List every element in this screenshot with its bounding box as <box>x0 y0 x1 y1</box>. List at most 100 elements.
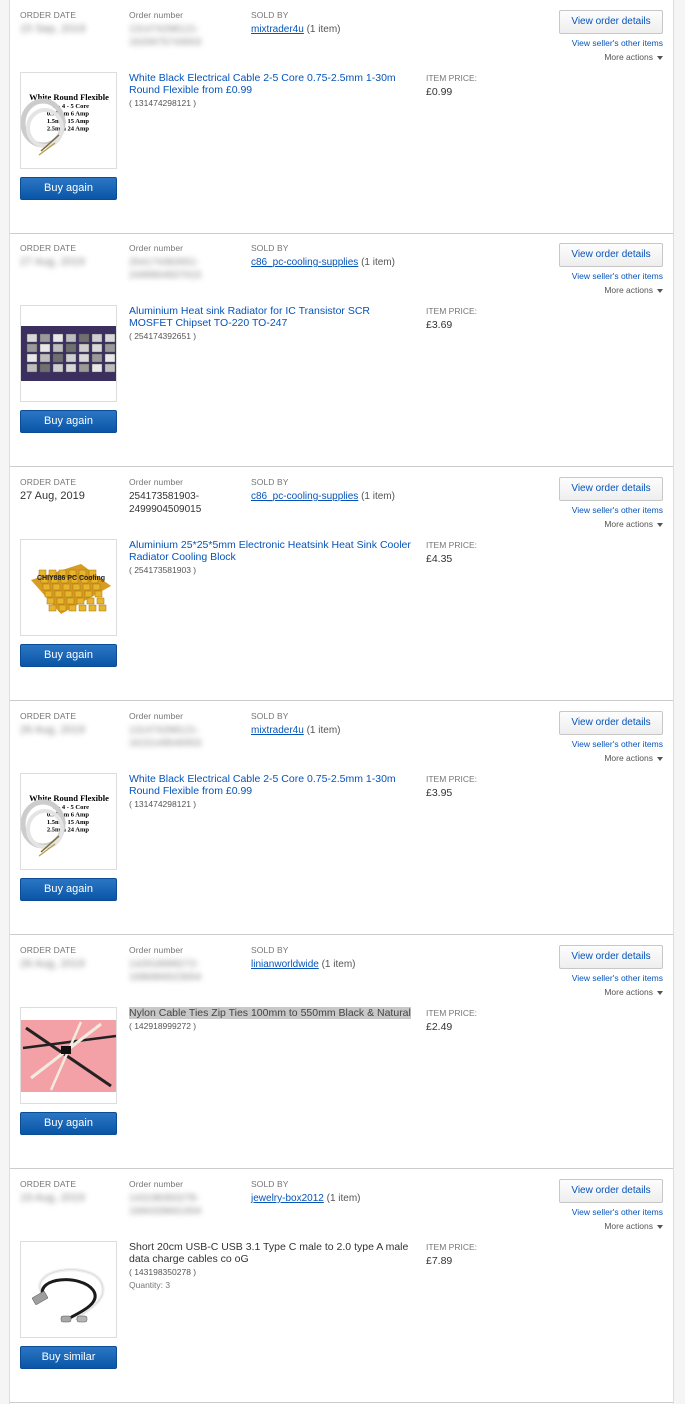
item-image[interactable] <box>20 1241 117 1338</box>
order-number-line1: 143198350278- <box>129 1193 200 1204</box>
item-price: £2.49 <box>426 1021 453 1033</box>
item-image[interactable] <box>20 1007 117 1104</box>
more-actions-dropdown[interactable]: More actions <box>604 987 663 997</box>
order-number-label: Order number <box>129 945 184 955</box>
more-actions-label: More actions <box>604 52 653 62</box>
seller-link[interactable]: linianworldwide <box>251 959 319 970</box>
view-sellers-other-items-link[interactable]: View seller's other items <box>572 505 663 515</box>
seller-info: jewelry-box2012 (1 item) <box>251 1193 361 1204</box>
buy-button[interactable]: Buy again <box>20 644 117 667</box>
view-order-details-button[interactable]: View order details <box>559 945 663 969</box>
more-actions-dropdown[interactable]: More actions <box>604 519 663 529</box>
seller-info: c86_pc-cooling-supplies (1 item) <box>251 257 395 268</box>
item-title-link[interactable]: Short 20cm USB-C USB 3.1 Type C male to … <box>129 1241 414 1265</box>
item-count: (1 item) <box>326 1193 361 1204</box>
view-sellers-other-items-link[interactable]: View seller's other items <box>572 38 663 48</box>
item-title-link[interactable]: Nylon Cable Ties Zip Ties 100mm to 550mm… <box>129 1007 414 1019</box>
order-number-line2: 2499904509015 <box>129 504 202 515</box>
buy-button[interactable]: Buy again <box>20 878 117 901</box>
more-actions-label: More actions <box>604 519 653 529</box>
buy-button[interactable]: Buy again <box>20 410 117 433</box>
order-number-line2: 2499904507015 <box>129 270 202 281</box>
seller-link[interactable]: c86_pc-cooling-supplies <box>251 257 358 268</box>
more-actions-dropdown[interactable]: More actions <box>604 1221 663 1231</box>
order-date: 26 Aug, 2019 <box>20 724 85 736</box>
item-title-link[interactable]: Aluminium 25*25*5mm Electronic Heatsink … <box>129 539 414 563</box>
item-count: (1 item) <box>306 24 341 35</box>
sold-by-label: SOLD BY <box>251 243 289 253</box>
item-id: ( 131474298121 ) <box>129 98 197 108</box>
item-count: (1 item) <box>306 725 341 736</box>
view-sellers-other-items-link[interactable]: View seller's other items <box>572 739 663 749</box>
image-spec-line: 1.5mm 15 Amp <box>47 118 89 125</box>
image-spec-line: 2.5mm 24 Amp <box>47 827 89 834</box>
view-sellers-other-items-link[interactable]: View seller's other items <box>572 1207 663 1217</box>
order-number-line2: 1684339661004 <box>129 1206 202 1217</box>
order-number-line1: 142918999272- <box>129 959 200 970</box>
image-caption: CHIY886 PC Cooling <box>37 575 105 582</box>
view-order-details-button[interactable]: View order details <box>559 243 663 267</box>
item-price-label: ITEM PRICE: <box>426 306 478 316</box>
chevron-down-icon <box>657 1224 663 1229</box>
item-title-link[interactable]: Aluminium Heat sink Radiator for IC Tran… <box>129 305 414 329</box>
more-actions-dropdown[interactable]: More actions <box>604 52 663 62</box>
chevron-down-icon <box>657 522 663 527</box>
seller-link[interactable]: c86_pc-cooling-supplies <box>251 491 358 502</box>
view-order-details-button[interactable]: View order details <box>559 477 663 501</box>
order-date-label: ORDER DATE <box>20 243 77 253</box>
view-sellers-other-items-link[interactable]: View seller's other items <box>572 973 663 983</box>
item-title-text: Short 20cm USB-C USB 3.1 Type C male to … <box>129 1241 409 1265</box>
item-id: ( 131474298121 ) <box>129 799 197 809</box>
item-id: ( 254174392651 ) <box>129 331 197 341</box>
item-price: £3.95 <box>426 787 453 799</box>
view-order-details-button[interactable]: View order details <box>559 711 663 735</box>
order-card: ORDER DATE 19 Aug, 2019 Order number 143… <box>10 1169 673 1403</box>
order-date: 15 Sep, 2019 <box>20 23 86 35</box>
order-card: ORDER DATE 26 Aug, 2019 Order number 142… <box>10 935 673 1169</box>
buy-button[interactable]: Buy similar <box>20 1346 117 1369</box>
seller-link[interactable]: mixtrader4u <box>251 24 304 35</box>
order-date-label: ORDER DATE <box>20 945 77 955</box>
order-date: 26 Aug, 2019 <box>20 958 85 970</box>
more-actions-dropdown[interactable]: More actions <box>604 285 663 295</box>
item-id: ( 143198350278 ) <box>129 1267 197 1277</box>
order-date-label: ORDER DATE <box>20 1179 77 1189</box>
item-image[interactable] <box>20 305 117 402</box>
item-title-text: Aluminium 25*25*5mm Electronic Heatsink … <box>129 539 411 563</box>
buy-button[interactable]: Buy again <box>20 1112 117 1135</box>
more-actions-label: More actions <box>604 753 653 763</box>
image-spec-line: 1.5mm 15 Amp <box>47 819 89 826</box>
item-image[interactable]: White Round Flexible 3 - 4 - 5 Core 0.75m… <box>20 72 117 169</box>
item-price-label: ITEM PRICE: <box>426 1008 478 1018</box>
order-number-line2: 1686866523004 <box>129 972 202 983</box>
item-title-text: Aluminium Heat sink Radiator for IC Tran… <box>129 305 370 329</box>
order-date-label: ORDER DATE <box>20 711 77 721</box>
seller-link[interactable]: mixtrader4u <box>251 725 304 736</box>
item-image[interactable]: CHIY886 PC Cooling <box>20 539 117 636</box>
order-number-label: Order number <box>129 1179 184 1189</box>
item-quantity: Quantity: 3 <box>129 1280 171 1290</box>
item-image[interactable]: White Round Flexible 3 - 4 - 5 Core 0.75m… <box>20 773 117 870</box>
item-count: (1 item) <box>321 959 356 970</box>
item-title-link[interactable]: White Black Electrical Cable 2-5 Core 0.… <box>129 72 414 96</box>
order-number-line1: 131474298121- <box>129 24 200 35</box>
order-number-line1: 254173581903- <box>129 491 200 502</box>
order-date: 27 Aug, 2019 <box>20 256 85 268</box>
order-number-line2: 1620675743003 <box>129 37 202 48</box>
more-actions-label: More actions <box>604 987 653 997</box>
order-card: ORDER DATE 26 Aug, 2019 Order number 131… <box>10 701 673 935</box>
item-title-link[interactable]: White Black Electrical Cable 2-5 Core 0.… <box>129 773 414 797</box>
view-sellers-other-items-link[interactable]: View seller's other items <box>572 271 663 281</box>
order-card: ORDER DATE 15 Sep, 2019 Order number 131… <box>10 0 673 234</box>
order-number-label: Order number <box>129 243 184 253</box>
view-order-details-button[interactable]: View order details <box>559 10 663 34</box>
seller-link[interactable]: jewelry-box2012 <box>251 1193 324 1204</box>
buy-button[interactable]: Buy again <box>20 177 117 200</box>
item-count: (1 item) <box>361 491 395 502</box>
more-actions-dropdown[interactable]: More actions <box>604 753 663 763</box>
order-date: 27 Aug, 2019 <box>20 490 85 502</box>
view-order-details-button[interactable]: View order details <box>559 1179 663 1203</box>
order-number-label: Order number <box>129 10 184 20</box>
seller-info: mixtrader4u (1 item) <box>251 725 341 736</box>
item-title-text: Nylon Cable Ties Zip Ties 100mm to 550mm… <box>129 1007 411 1019</box>
